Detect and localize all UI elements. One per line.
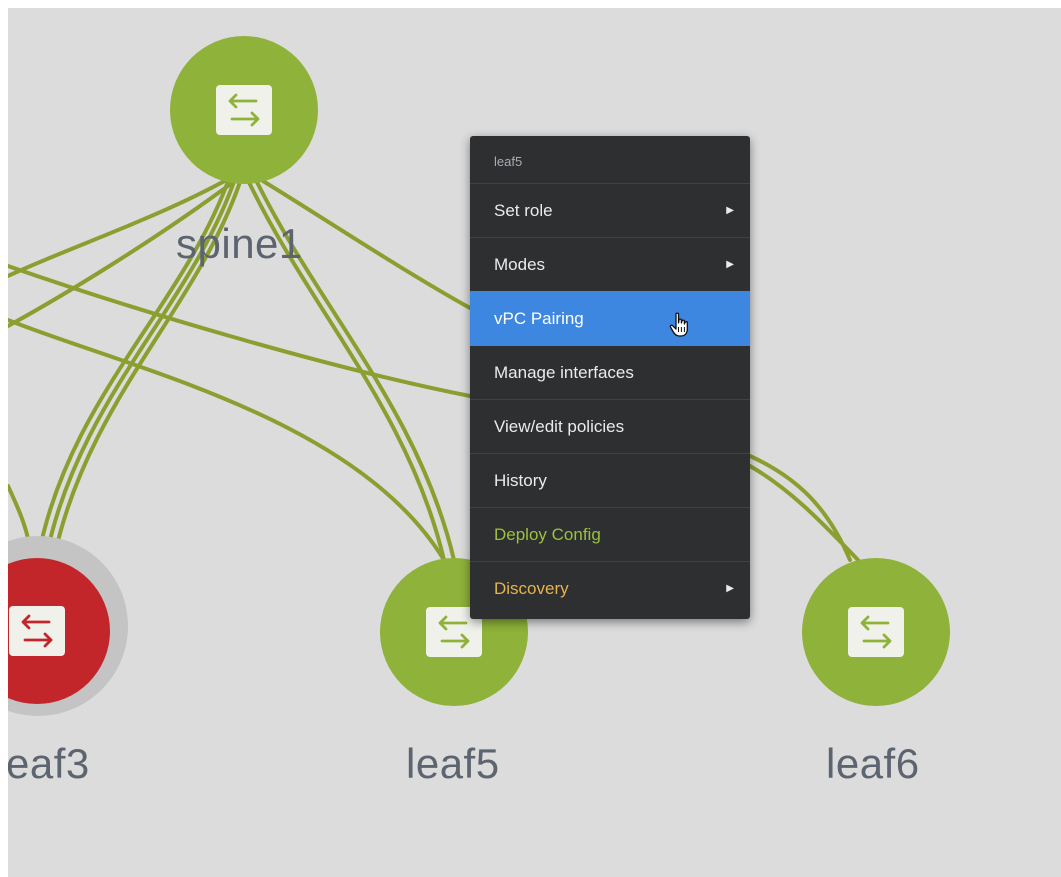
link-offscreen-leaf5 <box>8 318 446 562</box>
menu-item-discovery[interactable]: Discovery ▶ <box>470 561 750 615</box>
node-spine1[interactable] <box>170 36 318 184</box>
menu-item-label: vPC Pairing <box>494 309 584 328</box>
link-leaf5-leaf6 <box>748 464 860 562</box>
node-label-leaf6: leaf6 <box>826 740 920 787</box>
menu-item-history[interactable]: History <box>470 453 750 507</box>
submenu-arrow-icon: ▶ <box>726 583 734 594</box>
menu-item-manage-interfaces[interactable]: Manage interfaces <box>470 345 750 399</box>
menu-item-label: Modes <box>494 255 546 274</box>
menu-item-deploy-config[interactable]: Deploy Config <box>470 507 750 561</box>
switch-arrows-icon <box>9 606 65 656</box>
menu-item-label: Deploy Config <box>494 525 601 544</box>
link-leaf5-leaf6 <box>748 454 852 562</box>
switch-arrows-icon <box>216 85 272 135</box>
context-menu-title: leaf5 <box>494 154 523 169</box>
menu-item-view-edit-policies[interactable]: View/edit policies <box>470 399 750 453</box>
node-leaf6[interactable] <box>802 558 950 706</box>
node-context-menu: leaf5 Set role ▶ Modes ▶ vPC Pairing Man… <box>470 136 750 619</box>
node-label-spine1: spine1 <box>176 220 303 267</box>
menu-item-label: History <box>494 471 547 490</box>
switch-arrows-icon <box>848 607 904 657</box>
menu-item-label: Set role <box>494 201 553 220</box>
node-label-leaf5: leaf5 <box>406 740 500 787</box>
menu-item-vpc-pairing[interactable]: vPC Pairing <box>470 291 750 345</box>
menu-item-modes[interactable]: Modes ▶ <box>470 237 750 291</box>
hand-pointer-cursor-icon <box>669 312 688 337</box>
menu-item-set-role[interactable]: Set role ▶ <box>470 183 750 237</box>
node-label-leaf3: eaf3 <box>8 740 90 787</box>
submenu-arrow-icon: ▶ <box>726 205 734 216</box>
topology-canvas[interactable]: spine1 eaf3 leaf5 leaf6 leaf5 Set role ▶… <box>8 8 1061 877</box>
menu-item-label: View/edit policies <box>494 417 625 436</box>
menu-item-label: Discovery <box>494 579 569 598</box>
submenu-arrow-icon: ▶ <box>726 259 734 270</box>
menu-item-label: Manage interfaces <box>494 363 634 382</box>
